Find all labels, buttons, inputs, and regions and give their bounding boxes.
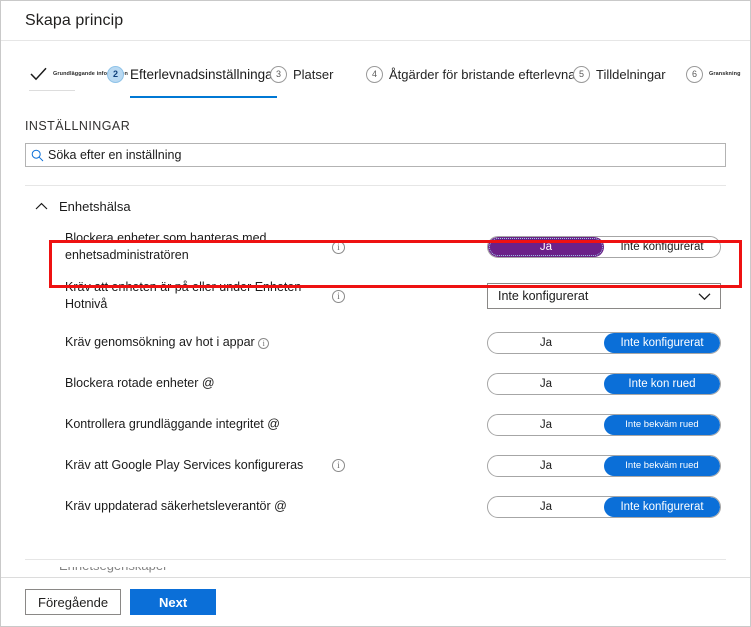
control-slot: Ja Inte bekväm rued (487, 455, 721, 477)
control-slot: Ja Inte kon rued (487, 373, 721, 395)
settings-heading: INSTÄLLNINGAR (25, 119, 750, 133)
info-icon[interactable]: @ (267, 417, 280, 431)
control-slot: Ja Inte konfigurerat (487, 236, 721, 258)
dropdown-value: Inte konfigurerat (498, 289, 588, 303)
next-button[interactable]: Next (130, 589, 216, 615)
wizard-step-number: 3 (270, 66, 287, 83)
toggle-option-yes[interactable]: Ja (488, 333, 604, 353)
wizard-step-granskning[interactable]: 6 Granskning (686, 59, 741, 89)
toggle-option-not-configured[interactable]: Inte bekväm rued (604, 456, 720, 476)
step-underline-ghost (29, 90, 75, 91)
wizard-step-label: Platser (293, 67, 333, 82)
settings-list: Blockera enheter som hanteras med enhets… (1, 224, 750, 527)
setting-row-krav-uppdaterad-sakerhetsleverantor[interactable]: Kräv uppdaterad säkerhetsleverantör @ Ja… (1, 486, 750, 527)
wizard-step-efterlevnadsinstallningar[interactable]: 2 Efterlevnadsinställningar (107, 59, 277, 89)
wizard-step-number: 5 (573, 66, 590, 83)
toggle-blockera-enheter[interactable]: Ja Inte konfigurerat (487, 236, 721, 258)
control-slot: Ja Inte bekväm rued (487, 414, 721, 436)
search-box[interactable] (25, 143, 726, 167)
wizard-step-number: 6 (686, 66, 703, 83)
toggle-option-yes[interactable]: Ja (488, 415, 604, 435)
previous-button[interactable]: Föregående (25, 589, 121, 615)
control-slot: Inte konfigurerat (487, 283, 721, 309)
setting-label-text: Kräv genomsökning av hot i appar (65, 335, 255, 349)
setting-label: Kräv att Google Play Services konfigurer… (65, 457, 327, 474)
toggle-option-not-configured[interactable]: Inte konfigurerat (604, 237, 720, 257)
toggle-blockera-rotade-enheter[interactable]: Ja Inte kon rued (487, 373, 721, 395)
section-divider (25, 185, 726, 186)
info-slot: i (327, 241, 487, 254)
toggle-option-not-configured[interactable]: Inte bekväm rued (604, 415, 720, 435)
section-label: Enhetshälsa (59, 199, 131, 214)
toggle-option-not-configured[interactable]: Inte konfigurerat (604, 497, 720, 517)
setting-label: Kräv uppdaterad säkerhetsleverantör @ (65, 498, 327, 515)
wizard-step-label: Tilldelningar (596, 67, 666, 82)
info-icon[interactable]: i (258, 338, 269, 349)
setting-row-blockera-rotade-enheter[interactable]: Blockera rotade enheter @ Ja Inte kon ru… (1, 363, 750, 404)
check-icon (29, 65, 48, 84)
control-slot: Ja Inte konfigurerat (487, 496, 721, 518)
toggle-google-play-services[interactable]: Ja Inte bekväm rued (487, 455, 721, 477)
setting-label: Kräv genomsökning av hot i appar i (65, 334, 327, 351)
dropdown-hotniva[interactable]: Inte konfigurerat (487, 283, 721, 309)
info-slot: i (327, 290, 487, 303)
info-icon[interactable]: @ (274, 499, 287, 513)
info-icon[interactable]: i (332, 241, 345, 254)
wizard-step-number: 4 (366, 66, 383, 83)
setting-row-kontrollera-grundlaggande-integritet[interactable]: Kontrollera grundläggande integritet @ J… (1, 404, 750, 445)
info-icon[interactable]: i (332, 290, 345, 303)
wizard-step-label: Åtgärder för bristande efterlevnad (389, 67, 583, 82)
page-title: Skapa princip (25, 12, 123, 30)
toggle-option-yes[interactable]: Ja (488, 374, 604, 394)
info-icon[interactable]: i (332, 459, 345, 472)
toggle-option-yes[interactable]: Ja (488, 497, 604, 517)
setting-row-krav-enheten-hotniva[interactable]: Kräv att enheten är på eller under Enhet… (1, 270, 750, 322)
create-policy-dialog: Skapa princip Grundläggande information … (0, 0, 751, 627)
setting-row-krav-google-play-services[interactable]: Kräv att Google Play Services konfigurer… (1, 445, 750, 486)
setting-label: Kräv att enheten är på eller under Enhet… (65, 279, 327, 313)
setting-label-text: Kräv uppdaterad säkerhetsleverantör (65, 499, 271, 513)
search-input[interactable] (48, 145, 725, 165)
control-slot: Ja Inte konfigurerat (487, 332, 721, 354)
wizard-stepper: Grundläggande information 2 Efterlevnads… (1, 59, 750, 107)
toggle-option-not-configured[interactable]: Inte kon rued (604, 374, 720, 394)
setting-label: Blockera rotade enheter @ (65, 375, 327, 392)
toggle-krav-genomsokning[interactable]: Ja Inte konfigurerat (487, 332, 721, 354)
toggle-sakerhetsleverantor[interactable]: Ja Inte konfigurerat (487, 496, 721, 518)
wizard-step-number: 2 (107, 66, 124, 83)
wizard-step-label: Efterlevnadsinställningar (130, 67, 277, 82)
dialog-footer: Föregående Next (1, 577, 750, 626)
wizard-step-tilldelningar[interactable]: 5 Tilldelningar (573, 59, 666, 89)
setting-label: Blockera enheter som hanteras med enhets… (65, 230, 327, 264)
wizard-step-atgarder-for-bristande-efterlevnad[interactable]: 4 Åtgärder för bristande efterlevnad (366, 59, 583, 89)
section-header-enhetshalsa[interactable]: Enhetshälsa (33, 196, 750, 216)
chevron-down-icon (696, 288, 712, 304)
info-slot: i (327, 459, 487, 472)
bottom-divider (25, 559, 726, 560)
wizard-step-label: Granskning (709, 71, 741, 77)
toggle-option-not-configured[interactable]: Inte konfigurerat (604, 333, 720, 353)
setting-row-krav-genomsokning-hot-i-appar[interactable]: Kräv genomsökning av hot i appar i Ja In… (1, 322, 750, 363)
clipped-section-label: Enhetsegenskaper (59, 567, 726, 573)
search-icon (26, 149, 48, 162)
setting-label-text: Kontrollera grundläggande integritet (65, 417, 264, 431)
setting-row-blockera-enheter-enhetsadministratoren[interactable]: Blockera enheter som hanteras med enhets… (1, 224, 750, 270)
setting-label-text: Blockera rotade enheter (65, 376, 198, 390)
info-icon[interactable]: @ (202, 376, 215, 390)
active-step-underline (130, 96, 277, 98)
toggle-kontrollera-integritet[interactable]: Ja Inte bekväm rued (487, 414, 721, 436)
wizard-step-platser[interactable]: 3 Platser (270, 59, 333, 89)
chevron-up-icon (33, 198, 49, 214)
setting-label: Kontrollera grundläggande integritet @ (65, 416, 327, 433)
dialog-titlebar: Skapa princip (1, 1, 750, 41)
toggle-option-yes[interactable]: Ja (488, 237, 604, 257)
toggle-option-yes[interactable]: Ja (488, 456, 604, 476)
